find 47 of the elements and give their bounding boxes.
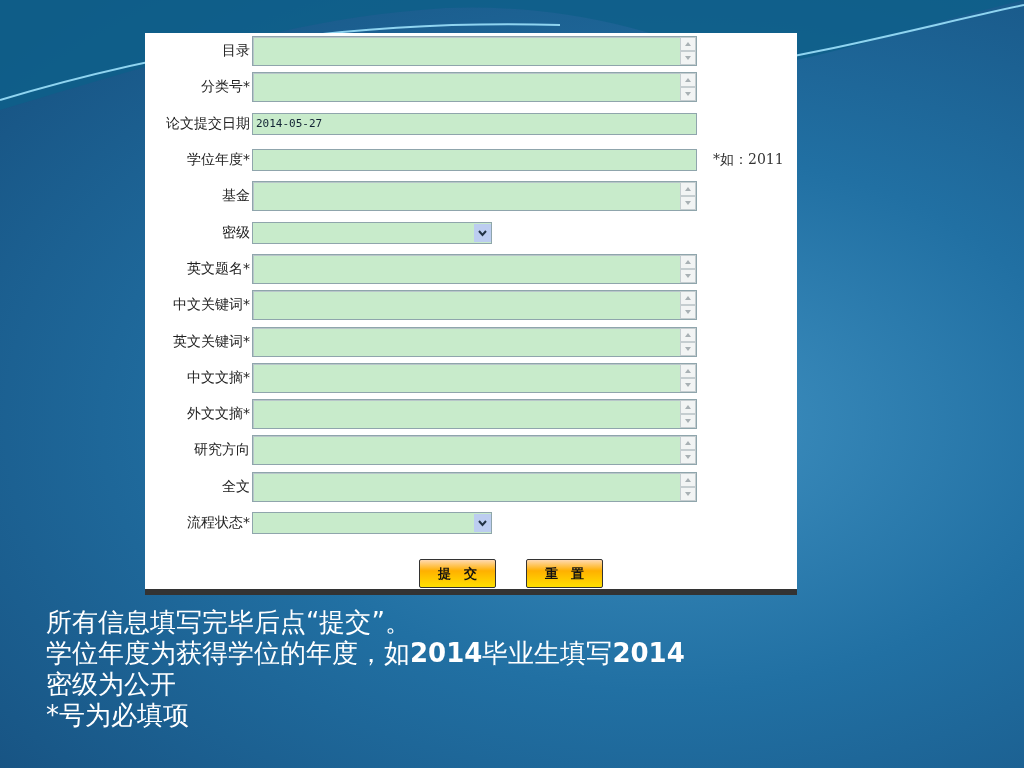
text-area[interactable]: [252, 181, 697, 212]
field-label: 全文: [221, 477, 250, 496]
reset-button[interactable]: 重 置: [526, 559, 603, 589]
field-label: 中文关键词*: [172, 296, 250, 315]
scroll-arrows-icon: [680, 254, 696, 283]
chevron-down-icon: [474, 223, 491, 242]
field-label: 目录: [221, 42, 250, 61]
field-hint: *如：2011: [713, 151, 785, 170]
field-label: 外文文摘*: [186, 405, 250, 424]
text-area[interactable]: [252, 435, 697, 466]
note-text: *号为必填项: [46, 700, 190, 731]
scroll-arrows-icon: [680, 472, 696, 501]
field-label: 基金: [221, 187, 250, 206]
field-label: 流程状态*: [186, 514, 250, 532]
chevron-down-icon: [474, 514, 491, 532]
field-label: 中文文摘*: [186, 368, 250, 387]
text-area[interactable]: [252, 399, 697, 430]
submit-button[interactable]: 提 交: [419, 559, 496, 589]
input-field[interactable]: [252, 149, 697, 172]
scroll-arrows-icon: [680, 363, 696, 392]
scroll-arrows-icon: [680, 327, 696, 356]
scroll-arrows-icon: [680, 182, 696, 211]
text-area[interactable]: [252, 253, 697, 284]
field-label: 分类号*: [200, 78, 250, 97]
scroll-arrows-icon: [680, 436, 696, 465]
field-label: 学位年度*: [186, 151, 250, 170]
text-area[interactable]: [252, 36, 697, 67]
dropdown[interactable]: [252, 512, 492, 534]
text-area[interactable]: [252, 471, 697, 502]
text-area[interactable]: [252, 290, 697, 321]
scroll-arrows-icon: [680, 73, 696, 102]
text-area[interactable]: [252, 326, 697, 357]
field-label: 英文关键词*: [172, 332, 250, 351]
field-label: 研究方向: [193, 441, 250, 460]
input-field[interactable]: 2014-05-27: [252, 112, 697, 135]
field-label: 论文提交日期: [165, 114, 250, 133]
note-text: 密级为公开: [46, 669, 177, 700]
note-text: 学位年度为获得学位的年度，如2014毕业生填写2014: [46, 638, 686, 669]
field-label: 密级: [221, 223, 250, 242]
scroll-arrows-icon: [680, 37, 696, 66]
field-label: 英文题名*: [186, 259, 250, 278]
text-area[interactable]: [252, 72, 697, 103]
scroll-arrows-icon: [680, 400, 696, 429]
dropdown[interactable]: [252, 221, 492, 244]
scroll-arrows-icon: [680, 291, 696, 320]
text-area[interactable]: [252, 362, 697, 393]
note-text: 所有信息填写完毕后点“提交”。: [46, 607, 412, 638]
